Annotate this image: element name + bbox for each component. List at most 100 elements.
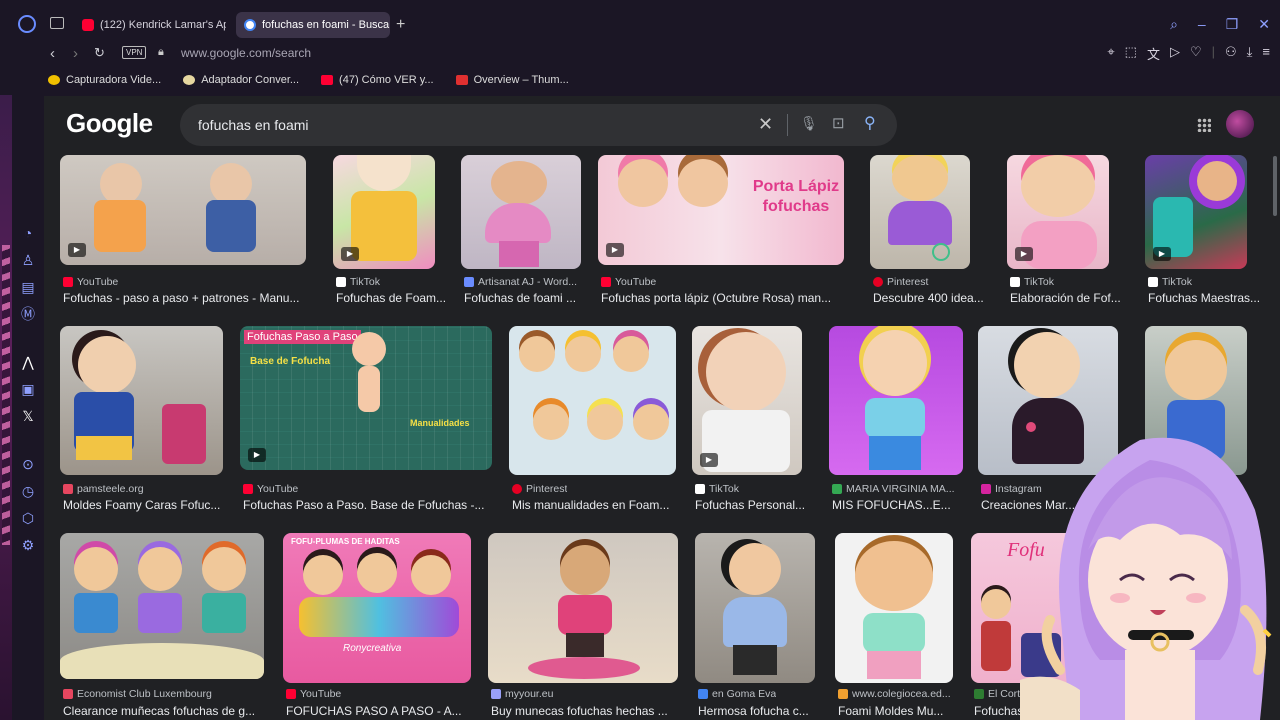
result-title[interactable]: MIS FOFUCHAS...E... bbox=[832, 498, 966, 512]
result-thumbnail[interactable] bbox=[695, 533, 815, 683]
notes-icon[interactable]: ▤ bbox=[21, 279, 34, 295]
aria-icon[interactable]: ◔ bbox=[24, 225, 32, 241]
back-icon[interactable]: ‹ bbox=[50, 45, 55, 62]
result-thumbnail[interactable] bbox=[60, 533, 264, 679]
result-thumbnail[interactable]: ▶ bbox=[1145, 155, 1247, 269]
pin-icon[interactable]: ⌖ bbox=[1107, 44, 1114, 63]
image-result[interactable]: www.colegiocea.ed... Foami Moldes Mu... bbox=[835, 533, 953, 720]
close-icon[interactable]: ✕ bbox=[1258, 16, 1270, 33]
history-icon[interactable]: ◷ bbox=[22, 483, 34, 499]
image-result[interactable]: Fofuchas Paso a Paso Base de Fofucha Man… bbox=[240, 326, 492, 516]
lock-icon[interactable]: 🔒︎ bbox=[158, 46, 164, 59]
result-thumbnail[interactable] bbox=[829, 326, 963, 475]
maximize-icon[interactable]: ❐ bbox=[1226, 16, 1239, 33]
translate-icon[interactable]: 文 bbox=[1147, 44, 1160, 63]
image-result[interactable]: ▶ TikTok Fofuchas Personal... bbox=[692, 326, 810, 516]
image-result[interactable]: Pinterest Descubre 400 idea... bbox=[870, 155, 984, 305]
workspaces-icon[interactable] bbox=[50, 17, 64, 29]
result-title[interactable]: Descubre 400 idea... bbox=[873, 291, 991, 305]
image-result[interactable]: Economist Club Luxembourg Clearance muñe… bbox=[60, 533, 264, 720]
image-result[interactable]: MARIA VIRGINIA MA... MIS FOFUCHAS...E... bbox=[829, 326, 963, 516]
extensions-icon[interactable]: ⬡ bbox=[22, 510, 34, 526]
image-result[interactable]: FOFU-PLUMAS DE HADITAS Ronycreativa YouT… bbox=[283, 533, 473, 720]
bookmark-item[interactable]: Capturadora Vide... bbox=[48, 70, 161, 90]
result-title[interactable]: Fofuchas - paso a paso + patrones - Manu… bbox=[63, 291, 309, 305]
opera-logo-icon[interactable] bbox=[18, 15, 36, 33]
result-title[interactable]: Fofuchas Maestras... bbox=[1148, 291, 1266, 305]
page-scrollbar[interactable] bbox=[1273, 156, 1277, 216]
result-title[interactable]: FOFUCHAS PASO A PASO - A... bbox=[286, 704, 476, 718]
search-box[interactable]: fofuchas en foami ✕ 🎙︎ ⊡ ⚲ bbox=[180, 104, 897, 146]
image-result[interactable]: en Goma Eva Hermosa fofucha c... bbox=[695, 533, 817, 720]
result-title[interactable]: Buy munecas fofuchas hechas ... bbox=[491, 704, 681, 718]
minimize-icon[interactable]: – bbox=[1198, 16, 1206, 33]
result-title[interactable]: Foami Moldes Mu... bbox=[838, 704, 956, 718]
result-title[interactable]: Fofuchas Personal... bbox=[695, 498, 813, 512]
google-logo[interactable]: Google bbox=[66, 108, 153, 139]
image-result[interactable]: Artisanat AJ - Word... Fofuchas de foami… bbox=[461, 155, 581, 305]
image-result[interactable]: myyour.eu Buy munecas fofuchas hechas ..… bbox=[488, 533, 678, 720]
messenger-icon[interactable]: Ⓜ bbox=[21, 306, 35, 322]
search-input[interactable]: fofuchas en foami bbox=[198, 117, 309, 133]
result-thumbnail[interactable] bbox=[870, 155, 970, 269]
tab-youtube[interactable]: (122) Kendrick Lamar's Ap bbox=[74, 12, 226, 38]
forward-icon[interactable]: › bbox=[73, 45, 78, 62]
settings-icon[interactable]: ⚙ bbox=[22, 537, 35, 553]
reload-icon[interactable]: ↻ bbox=[94, 45, 105, 61]
image-result[interactable]: ▶ TikTok Fofuchas Maestras... bbox=[1145, 155, 1260, 305]
tab-search-icon[interactable]: ⌕ bbox=[1170, 16, 1178, 33]
bookmark-item[interactable]: Adaptador Conver... bbox=[183, 70, 299, 90]
result-thumbnail[interactable]: Porta Lápiz fofuchas ▶ bbox=[598, 155, 844, 265]
result-title[interactable]: Fofuchas de foami ... bbox=[464, 291, 584, 305]
account-avatar[interactable] bbox=[1226, 110, 1254, 138]
result-thumbnail[interactable] bbox=[488, 533, 678, 683]
account-icon[interactable]: ⚇ bbox=[1225, 44, 1237, 63]
lens-icon[interactable]: ⊡ bbox=[832, 114, 845, 132]
image-result[interactable]: ▶ TikTok Elaboración de Fof... bbox=[1007, 155, 1121, 305]
result-thumbnail[interactable] bbox=[509, 326, 676, 475]
result-title[interactable]: Elaboración de Fof... bbox=[1010, 291, 1128, 305]
image-result[interactable]: ▶ TikTok Fofuchas de Foam... bbox=[333, 155, 446, 305]
download-icon[interactable]: ⤓ bbox=[1247, 44, 1253, 63]
apps-grid-icon[interactable] bbox=[1197, 118, 1211, 132]
result-thumbnail[interactable] bbox=[461, 155, 581, 269]
result-title[interactable]: Fofuchas Paso a Paso. Base de Fofuchas -… bbox=[243, 498, 495, 512]
x-icon[interactable]: 𝕏 bbox=[22, 408, 33, 424]
result-thumbnail[interactable] bbox=[60, 326, 223, 475]
menu-icon[interactable]: ≡ bbox=[1262, 44, 1270, 63]
twitch-icon[interactable]: ▣ bbox=[21, 381, 34, 397]
bookmark-favicon-icon bbox=[183, 75, 196, 85]
snapshot-icon[interactable]: ⬚ bbox=[1125, 44, 1137, 63]
result-thumbnail[interactable]: ▶ bbox=[692, 326, 802, 475]
result-thumbnail[interactable]: ▶ bbox=[333, 155, 435, 269]
bookmark-item[interactable]: Overview – Thum... bbox=[455, 70, 569, 90]
result-title[interactable]: Moldes Foamy Caras Fofuc... bbox=[63, 498, 226, 512]
search-icon[interactable]: ⚲ bbox=[864, 113, 876, 133]
clear-icon[interactable]: ✕ bbox=[758, 114, 773, 135]
image-result[interactable]: ▶ YouTube Fofuchas - paso a paso + patro… bbox=[60, 155, 306, 305]
image-result[interactable]: Porta Lápiz fofuchas ▶ YouTube Fofuchas … bbox=[598, 155, 844, 305]
result-thumbnail[interactable]: ▶ bbox=[60, 155, 306, 265]
url-field[interactable]: www.google.com/search bbox=[181, 46, 311, 60]
player-icon[interactable]: ⊙ bbox=[22, 456, 34, 472]
result-title[interactable]: Fofuchas porta lápiz (Octubre Rosa) man.… bbox=[601, 291, 847, 305]
new-tab-icon[interactable]: + bbox=[396, 16, 405, 34]
mic-icon[interactable]: 🎙︎ bbox=[800, 115, 818, 132]
bookmark-item[interactable]: (47) Cómo VER y... bbox=[321, 70, 434, 90]
result-thumbnail[interactable]: Fofuchas Paso a Paso Base de Fofucha Man… bbox=[240, 326, 492, 470]
crypto-wallet-icon[interactable]: ♙ bbox=[22, 252, 35, 268]
tab-google-search[interactable]: fofuchas en foami - Busca bbox=[236, 12, 390, 38]
image-result[interactable]: pamsteele.org Moldes Foamy Caras Fofuc..… bbox=[60, 326, 223, 516]
play-icon[interactable]: ▷ bbox=[1170, 44, 1180, 63]
vpn-badge[interactable]: VPN bbox=[122, 46, 147, 59]
result-thumbnail[interactable]: FOFU-PLUMAS DE HADITAS Ronycreativa bbox=[283, 533, 471, 683]
result-title[interactable]: Fofuchas de Foam... bbox=[336, 291, 451, 305]
result-title[interactable]: Mis manualidades en Foam... bbox=[512, 498, 679, 512]
result-title[interactable]: Clearance muñecas fofuchas de g... bbox=[63, 704, 267, 718]
ai-icon[interactable]: ⋀ bbox=[22, 354, 33, 370]
heart-icon[interactable]: ♡ bbox=[1190, 44, 1202, 63]
image-result[interactable]: Pinterest Mis manualidades en Foam... bbox=[509, 326, 676, 516]
result-thumbnail[interactable]: ▶ bbox=[1007, 155, 1109, 269]
result-title[interactable]: Hermosa fofucha c... bbox=[698, 704, 820, 718]
result-thumbnail[interactable] bbox=[835, 533, 953, 683]
